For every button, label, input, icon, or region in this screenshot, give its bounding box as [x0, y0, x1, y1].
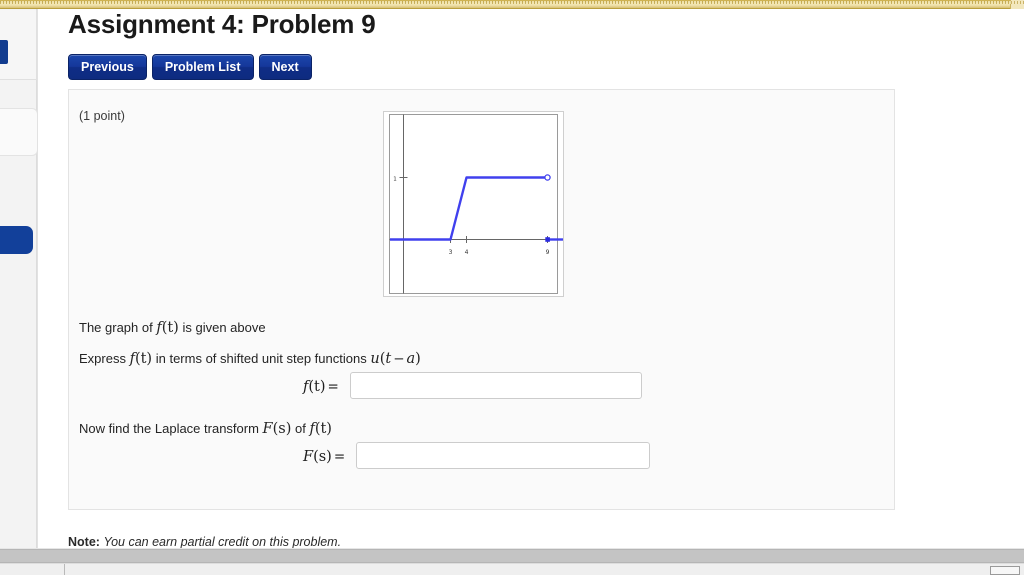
line3-mid: of	[291, 421, 310, 436]
left-panel-upper	[0, 10, 37, 80]
line1-pre: The graph of	[79, 320, 157, 335]
line3-F-arg: (s)	[272, 421, 292, 437]
bottom-strip-divider	[64, 564, 65, 575]
problem-list-button[interactable]: Problem List	[151, 54, 254, 80]
note-text: You can earn partial credit on this prob…	[103, 535, 342, 549]
x-tick-label-9: 9	[546, 249, 550, 256]
problem-card: (1 point) 1 3 4 9 The graph of f(t) is g…	[68, 89, 895, 510]
line2-mid: in terms of shifted unit step functions	[152, 351, 371, 366]
x-tick-label-3: 3	[449, 249, 453, 256]
problem-nav: Previous Problem List Next	[68, 54, 312, 80]
F-of-s-label-arg: (s)	[313, 449, 332, 465]
line1-f-arg: (t)	[161, 320, 179, 336]
laplace-instruction-line: Now find the Laplace transform F(s) of f…	[79, 421, 332, 437]
plot-frame	[389, 114, 558, 294]
f-of-t-label: f(t) =	[303, 376, 341, 395]
open-circle-marker	[544, 174, 551, 181]
line1-post: is given above	[178, 320, 266, 335]
f-of-t-answer-row: f(t) =	[303, 372, 642, 399]
graph-description-line: The graph of f(t) is given above	[79, 320, 266, 336]
x-tick-label-4: 4	[465, 249, 469, 256]
line2-u-a: a	[406, 351, 416, 367]
partial-credit-note: Note: You can earn partial credit on thi…	[68, 535, 341, 549]
F-of-s-input[interactable]	[356, 442, 651, 469]
screen-root: Assignment 4: Problem 9 Previous Problem…	[0, 0, 1024, 575]
left-gutter	[0, 9, 37, 575]
line2-pre: Express	[79, 351, 130, 366]
f-of-t-input[interactable]	[349, 372, 642, 399]
F-of-s-label: F(s) =	[303, 446, 347, 465]
note-label: Note:	[68, 535, 100, 549]
points-label: (1 point)	[79, 109, 125, 123]
top-gold-band	[0, 0, 1024, 9]
left-edge-tab-upper[interactable]	[0, 40, 8, 64]
F-of-s-label-fn: F	[303, 449, 314, 465]
F-of-s-answer-row: F(s) =	[303, 442, 651, 469]
bottom-status-strip	[0, 563, 1024, 575]
function-graph: 1 3 4 9	[383, 111, 564, 297]
top-band-right-cap	[1010, 0, 1024, 9]
previous-button[interactable]: Previous	[68, 54, 147, 80]
filled-point-marker	[545, 237, 550, 242]
page-content: Assignment 4: Problem 9 Previous Problem…	[38, 9, 1024, 575]
F-of-s-label-eq: =	[333, 449, 346, 465]
left-edge-tab-lower[interactable]	[0, 226, 33, 254]
line3-pre: Now find the Laplace transform	[79, 421, 263, 436]
y-tick-label-1: 1	[393, 177, 397, 183]
line3-F: F	[262, 421, 273, 437]
line2-u-close: )	[415, 351, 421, 367]
bottom-right-widget[interactable]	[990, 566, 1020, 575]
graph-svg: 1 3 4 9	[389, 114, 563, 294]
express-instruction-line: Express f(t) in terms of shifted unit st…	[79, 351, 421, 367]
f-of-t-label-eq: =	[327, 379, 339, 395]
page-title: Assignment 4: Problem 9	[68, 9, 376, 39]
f-of-t-label-arg: (t)	[308, 379, 326, 395]
next-button[interactable]: Next	[258, 54, 312, 80]
left-panel-lower	[0, 108, 38, 254]
line3-f-arg: (t)	[314, 421, 332, 437]
line2-f-arg: (t)	[134, 351, 153, 367]
line2-u: u	[370, 351, 380, 367]
horizontal-scrollbar[interactable]	[0, 549, 1024, 563]
line2-u-minus: −	[393, 351, 405, 367]
